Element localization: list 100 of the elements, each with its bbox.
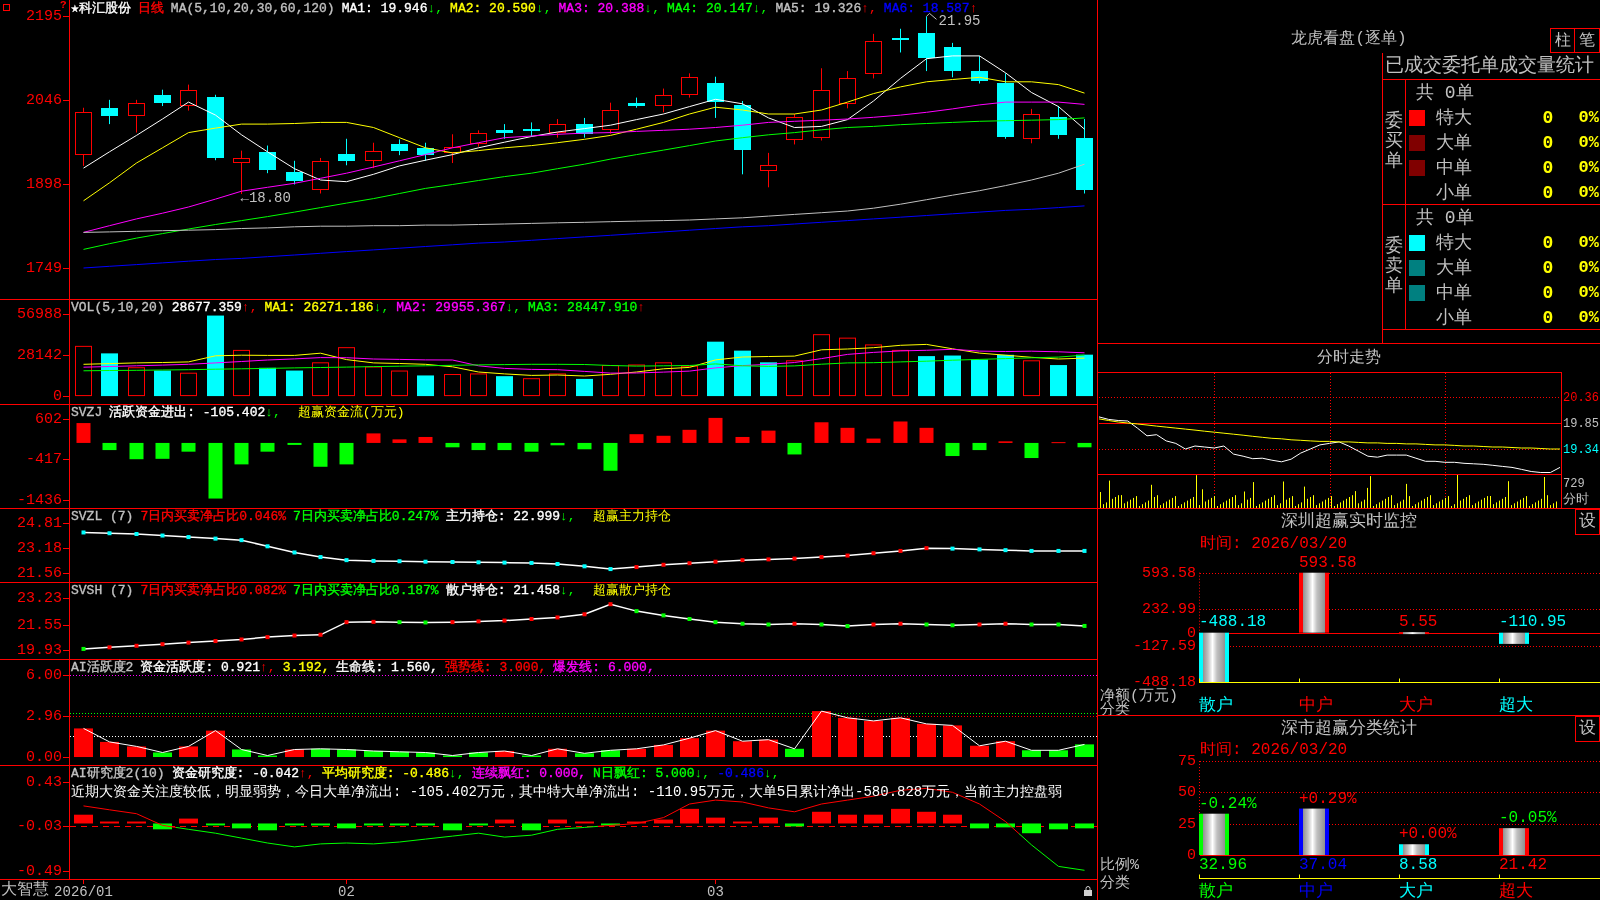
volume-bar [233,349,250,397]
legend-text: ★科汇股份 [71,1,131,16]
order-count: 0 [1542,157,1554,178]
data-point-marker [792,621,797,626]
candlestick [997,72,1014,140]
candlestick [523,121,540,137]
research-bar [127,821,146,824]
indicator-title: 超赢主力持仓 [592,509,671,524]
volume-bar [259,367,276,397]
volume-bar [839,337,856,397]
bar-change-label: +0.29% [1299,789,1357,808]
legend-text: AI研究度2(10) [71,766,165,781]
axis-tick-label: 0.00 [26,749,62,765]
activity-bar [311,748,330,758]
trend-arrow: ↓, [763,766,780,781]
legend-text: 日线 [137,1,164,16]
candlestick [707,76,724,119]
volume-scale-label: 729 [1563,477,1585,491]
order-count: 0 [1542,282,1554,303]
flow-bar [208,442,223,499]
legend-text: N日飘红: 5.000 [593,766,695,781]
bar [1299,808,1329,855]
activity-bar [575,753,594,758]
data-point-marker [239,538,244,543]
data-point-marker [239,637,244,642]
candlestick [681,72,698,99]
flow-bar [840,427,855,443]
bar-value-label: 32.96 [1199,856,1247,874]
panel-title: 龙虎看盘(逐单) [1291,29,1407,49]
volume-bar [865,344,882,397]
research-bar [812,811,831,824]
order-percent: 0% [1578,307,1599,328]
category-label: 超大 [1499,881,1533,900]
legend-text: MA1: 19.946 [341,1,428,16]
axis-tick-label: 23.23 [17,590,62,607]
candlestick [207,94,224,161]
data-point-marker [450,620,455,625]
axis-tick-label: 50 [1178,784,1196,801]
help-mark[interactable]: ? [60,0,67,10]
candlestick [496,123,513,140]
settings-button[interactable]: 设 [1575,509,1600,535]
axis-tick-label: 6.00 [26,667,62,684]
legend-text: MA4: 20.147 [666,1,753,16]
bar-change-label: +0.00% [1399,825,1457,844]
data-point-marker [555,562,560,566]
view-toggle-button[interactable]: 柱 [1550,28,1575,53]
candlestick [1023,108,1040,144]
candlestick [154,89,171,107]
axis-tick-label: 25 [1178,816,1196,833]
category-label: 大户 [1399,881,1433,900]
data-point-marker [371,619,376,624]
flow-bar [682,429,697,443]
axis-tick-label: -127.59 [1133,638,1196,655]
data-point-marker [871,622,876,627]
research-bar [416,823,435,826]
trend-arrow: ↓, [449,766,465,781]
volume-bar [786,360,803,397]
data-point-marker [582,564,587,569]
data-point-marker [213,639,218,644]
bar-value-label: -110.95 [1499,612,1567,631]
research-bar [970,823,989,829]
bar [1399,632,1429,635]
trend-arrow: ↓, [560,583,576,598]
legend-text: 散户持仓: 21.458 [445,583,561,598]
axis-title: 分类 [1100,874,1130,892]
candlestick [865,33,882,79]
legend-text: 7日内买卖净占比0.247% [293,509,439,524]
volume-bar [1076,354,1093,397]
data-point-marker [1003,621,1008,626]
bar [1399,844,1429,855]
settings-button[interactable]: 设 [1575,716,1600,742]
view-toggle-button[interactable]: 笔 [1575,28,1600,53]
price-annotation: 21.95 [938,13,981,30]
axis-tick-label: 21.55 [17,617,62,634]
flow-bar [893,421,908,443]
order-size-label: 大单 [1436,257,1472,278]
volume-bar [707,341,724,397]
axis-tick-label: 19.93 [17,642,62,659]
volume-bar [312,362,329,397]
legend-text: 主力持仓: 22.999 [445,509,561,524]
activity-bar [495,751,514,758]
bar [1499,828,1529,855]
research-bar [390,823,409,826]
flow-bar [102,442,117,451]
flow-bar [945,442,960,457]
order-count: 0 [1542,182,1554,203]
order-total: 共 0单 [1416,207,1474,228]
candlestick [760,152,777,188]
order-size-label: 大单 [1436,132,1472,153]
activity-bar [680,738,699,758]
flow-bar [524,442,539,452]
activity-bar [654,744,673,758]
order-size-label: 中单 [1436,282,1472,303]
data-point-marker [81,530,86,535]
volume-bar [338,347,355,397]
data-point-marker [160,642,165,647]
research-bar [469,823,488,826]
axis-tick-label: 0.43 [26,774,62,791]
bar-change-label: -0.05% [1499,809,1557,828]
data-point-marker [186,535,191,540]
